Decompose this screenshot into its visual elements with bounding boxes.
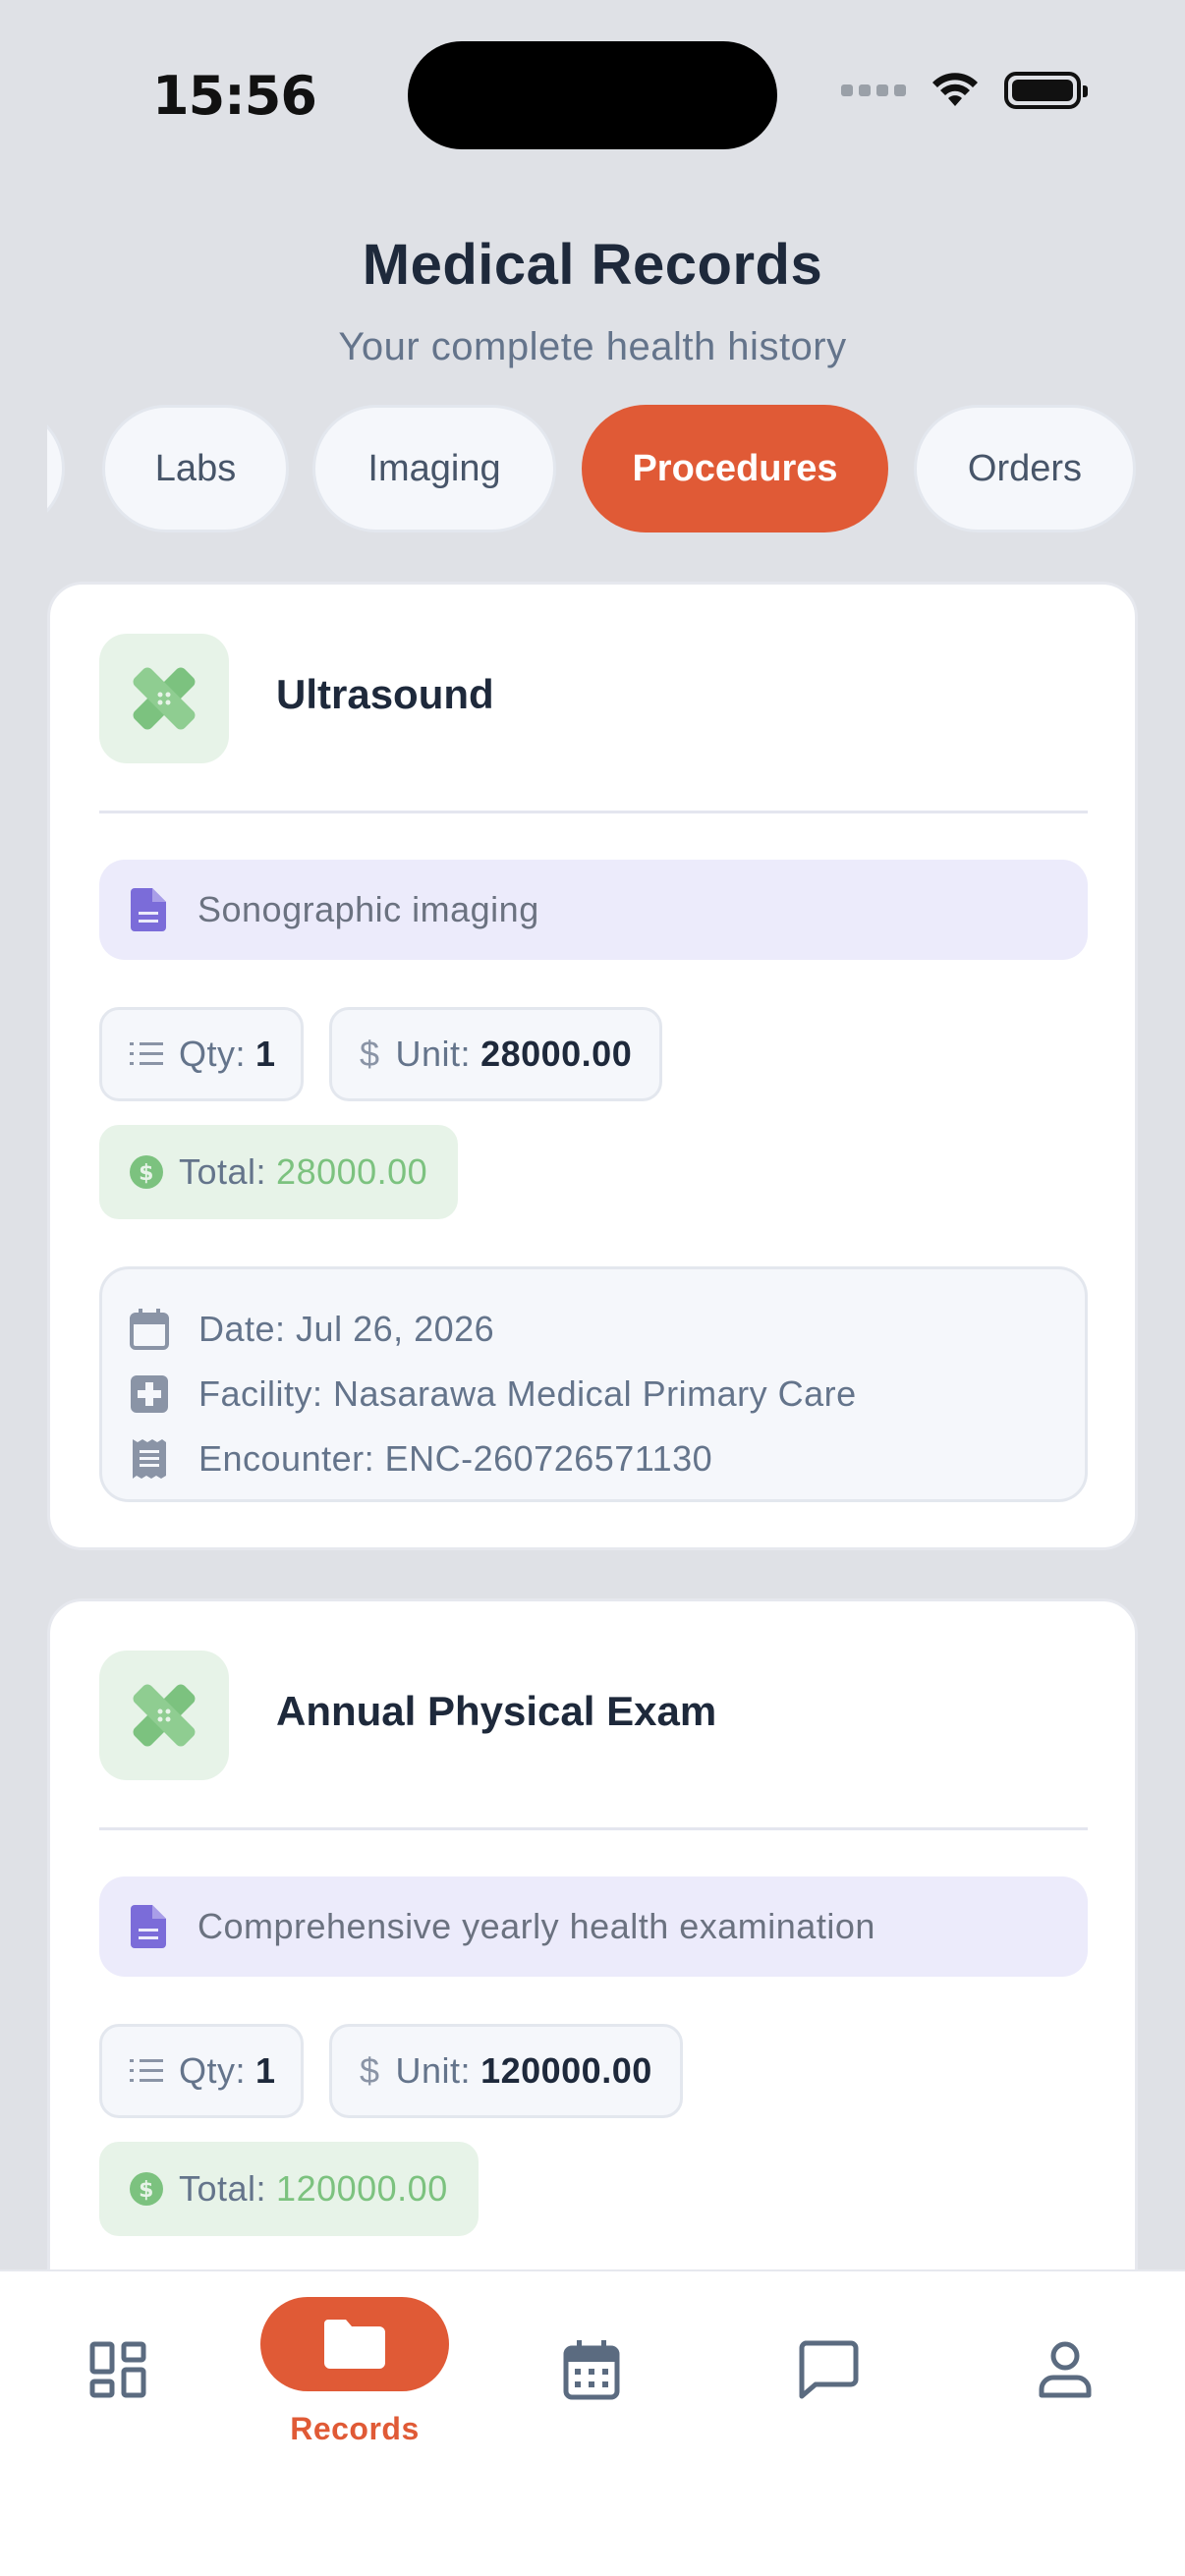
- dashboard-icon: [89, 2341, 146, 2398]
- calendar-icon: [563, 2340, 620, 2400]
- divider: [99, 1827, 1088, 1830]
- nav-messages[interactable]: [730, 2271, 927, 2468]
- bottom-nav: Records: [0, 2269, 1185, 2576]
- quantity-chip: Qty: 1: [99, 2024, 304, 2118]
- meta-encounter: Encounter: ENC-260726571130: [128, 1427, 1085, 1491]
- page-subtitle: Your complete health history: [338, 325, 847, 368]
- description-text: Comprehensive yearly health examination: [198, 1906, 875, 1946]
- bandage-icon: [99, 634, 229, 763]
- wifi-icon: [932, 73, 978, 106]
- category-tabs: Labs Imaging Procedures Orders: [47, 403, 1138, 536]
- tab-labs[interactable]: Labs: [102, 405, 289, 532]
- nav-profile[interactable]: [967, 2271, 1163, 2468]
- total-chip: $ Total: 120000.00: [99, 2142, 479, 2236]
- dollar-circle-icon: $: [130, 2172, 163, 2206]
- page-title: Medical Records: [362, 233, 823, 297]
- dynamic-island: [408, 41, 777, 149]
- signal-icon: [841, 84, 906, 96]
- chat-icon: [799, 2340, 859, 2399]
- battery-icon: [1004, 72, 1088, 109]
- record-card[interactable]: Ultrasound Sonographic imaging Qty: 1 $ U…: [47, 582, 1138, 1550]
- document-icon: [131, 1905, 166, 1948]
- page-header: Medical Records Your complete health his…: [0, 232, 1185, 369]
- record-description: Comprehensive yearly health examination: [99, 1876, 1088, 1977]
- receipt-icon: [128, 1439, 171, 1479]
- meta-date: Date: Jul 26, 2026: [128, 1297, 1085, 1362]
- unit-price-chip: $ Unit: 28000.00: [329, 1007, 663, 1101]
- list-icon: [130, 2057, 163, 2085]
- folder-icon: [324, 2320, 385, 2369]
- calendar-icon: [128, 1309, 171, 1350]
- divider: [99, 811, 1088, 813]
- total-chip: $ Total: 28000.00: [99, 1125, 459, 1219]
- description-text: Sonographic imaging: [198, 889, 539, 929]
- record-description: Sonographic imaging: [99, 860, 1088, 960]
- bandage-icon: [99, 1651, 229, 1780]
- nav-dashboard[interactable]: [20, 2271, 216, 2468]
- quantity-chip: Qty: 1: [99, 1007, 304, 1101]
- dollar-icon: $: [360, 1034, 380, 1074]
- nav-records-label: Records: [290, 2411, 420, 2446]
- record-title: Annual Physical Exam: [276, 1688, 717, 1734]
- records-pill[interactable]: [260, 2297, 449, 2391]
- record-title: Ultrasound: [276, 671, 494, 717]
- list-icon: [130, 1040, 163, 1068]
- tab-procedures[interactable]: Procedures: [582, 405, 888, 532]
- user-icon: [1039, 2341, 1092, 2398]
- nav-calendar[interactable]: [493, 2271, 690, 2468]
- dollar-icon: $: [360, 2050, 380, 2091]
- unit-price-chip: $ Unit: 120000.00: [329, 2024, 683, 2118]
- status-bar: 15:56: [0, 0, 1185, 187]
- svg-text:$: $: [139, 2178, 154, 2203]
- record-meta: Date: Jul 26, 2026 Facility: Nasarawa Me…: [99, 1266, 1088, 1502]
- tab-imaging[interactable]: Imaging: [312, 405, 556, 532]
- svg-text:$: $: [139, 1161, 154, 1186]
- hospital-icon: [128, 1375, 171, 1413]
- tab-previous[interactable]: [47, 405, 65, 532]
- status-time: 15:56: [152, 65, 317, 127]
- tab-orders[interactable]: Orders: [914, 405, 1136, 532]
- dollar-circle-icon: $: [130, 1155, 163, 1189]
- nav-records[interactable]: Records: [256, 2271, 453, 2468]
- meta-facility: Facility: Nasarawa Medical Primary Care: [128, 1362, 1085, 1427]
- status-icons: [841, 71, 1088, 110]
- document-icon: [131, 888, 166, 931]
